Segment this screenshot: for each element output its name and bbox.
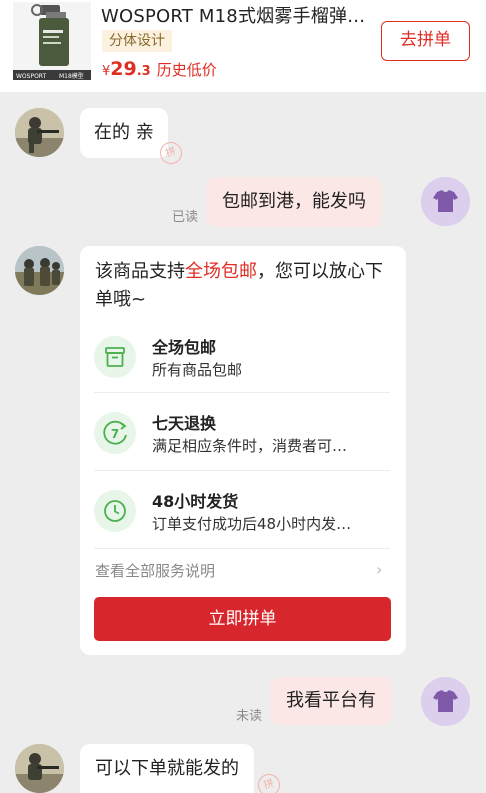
user-avatar[interactable] [421, 177, 470, 226]
service-title: 七天退换 [152, 414, 217, 433]
seller-avatar[interactable] [15, 744, 64, 793]
smoke-grenade-image: WOSPORT M18模型 [13, 2, 91, 80]
service-item-seven-day-return[interactable]: 7 七天退换 满足相应条件时，消费者可… [94, 400, 390, 476]
tshirt-avatar-icon [421, 177, 470, 226]
message-text: 在的 亲 [94, 122, 154, 143]
service-intro: 该商品支持全场包邮，您可以放心下单哦~ [95, 258, 395, 314]
user-message-bubble[interactable]: 我看平台有 [270, 677, 392, 725]
product-title[interactable]: WOSPORT M18式烟雾手榴弹… [101, 2, 365, 28]
service-intro-highlight: 全场包邮 [185, 261, 257, 282]
go-group-buy-button[interactable]: 去拼单 [381, 21, 470, 61]
price-decimal: .3 [136, 64, 151, 79]
message-text: 我看平台有 [286, 690, 376, 711]
service-desc: 所有商品包邮 [152, 361, 243, 379]
product-thumbnail[interactable]: WOSPORT M18模型 [13, 2, 91, 80]
view-all-services-link[interactable]: 查看全部服务说明 [95, 560, 215, 581]
clock-icon [94, 490, 136, 532]
pin-stamp-icon: 拼 [255, 771, 283, 793]
service-item-48h-shipping[interactable]: 48小时发货 订单支付成功后48小时内发… [94, 478, 390, 554]
group-buy-now-button[interactable]: 立即拼单 [94, 597, 391, 641]
svg-text:7: 7 [111, 427, 119, 441]
service-title: 48小时发货 [152, 492, 239, 511]
message-text: 可以下单就能发的 [95, 758, 239, 779]
chevron-right-icon[interactable]: › [376, 560, 382, 579]
seven-day-return-icon: 7 [94, 412, 136, 454]
seller-message-bubble[interactable]: 在的 亲 [80, 108, 168, 158]
service-intro-prefix: 该商品支持 [95, 261, 185, 282]
read-status: 已读 [172, 210, 199, 225]
seller-message-bubble[interactable]: 可以下单就能发的 [80, 744, 254, 793]
service-title: 全场包邮 [152, 338, 217, 357]
user-avatar[interactable] [421, 677, 470, 726]
soldier-avatar-icon [15, 744, 64, 793]
soldiers-group-avatar-icon [15, 246, 64, 295]
tshirt-avatar-icon [421, 677, 470, 726]
product-price: ¥29.3 历史低价 [102, 58, 217, 80]
thumb-label-right: M18模型 [59, 72, 84, 80]
user-message-bubble[interactable]: 包邮到港，能发吗 [206, 177, 382, 227]
service-desc: 满足相应条件时，消费者可… [152, 437, 348, 455]
seller-avatar[interactable] [15, 246, 64, 295]
message-text: 包邮到港，能发吗 [222, 191, 366, 212]
box-icon [94, 336, 136, 378]
service-desc: 订单支付成功后48小时内发… [152, 515, 352, 533]
unread-status: 未读 [236, 709, 263, 724]
seller-avatar[interactable] [15, 108, 64, 157]
product-tag: 分体设计 [102, 30, 172, 52]
thumb-label-left: WOSPORT [16, 73, 47, 80]
divider [94, 470, 390, 471]
product-card[interactable]: WOSPORT M18模型 WOSPORT M18式烟雾手榴弹… 分体设计 ¥2… [0, 0, 486, 92]
soldier-avatar-icon [15, 108, 64, 157]
service-guarantee-card: 该商品支持全场包邮，您可以放心下单哦~ 全场包邮 所有商品包邮 7 七天退换 满… [80, 246, 406, 655]
price-integer: 29 [110, 58, 137, 80]
divider [94, 548, 390, 549]
service-item-free-shipping[interactable]: 全场包邮 所有商品包邮 [94, 324, 390, 400]
divider [94, 392, 390, 393]
price-note: 历史低价 [156, 61, 217, 79]
